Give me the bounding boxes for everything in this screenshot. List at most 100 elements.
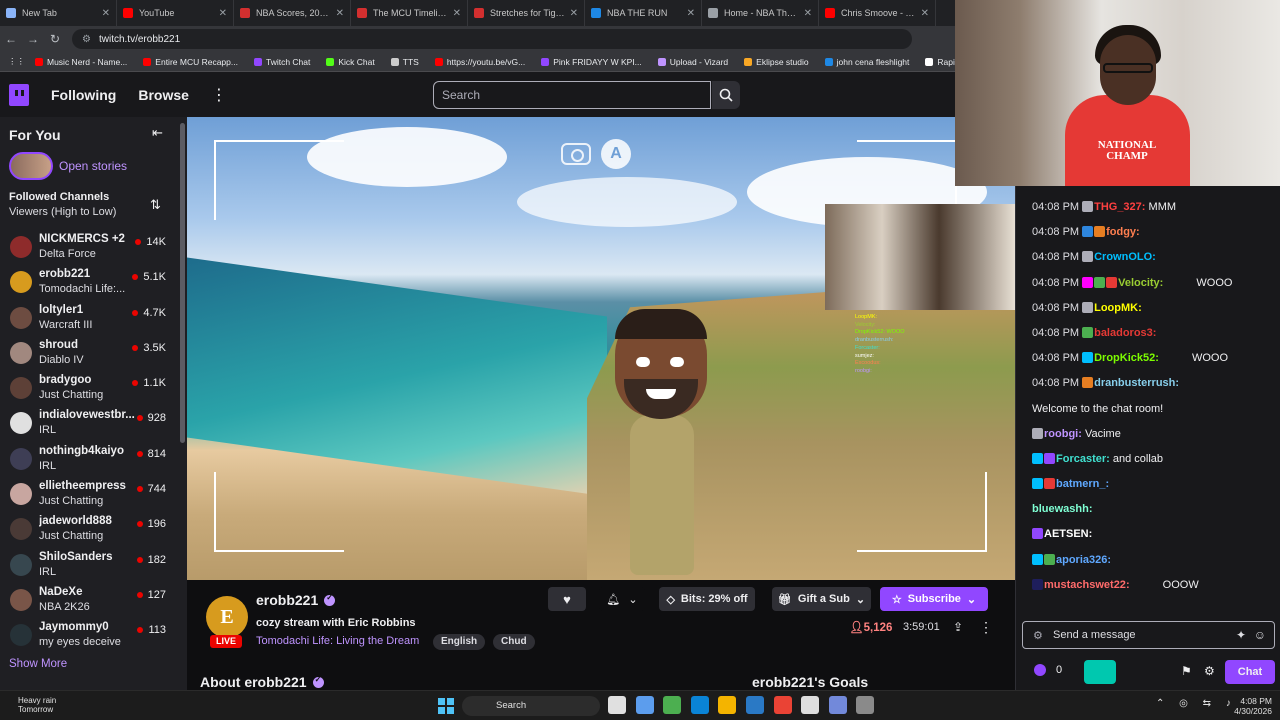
chat-username[interactable]: fodgy <box>1106 226 1136 238</box>
chat-username[interactable]: bluewashh <box>1032 503 1089 515</box>
taskbar-search[interactable]: Search <box>462 696 600 716</box>
chat-username[interactable]: aporia326 <box>1056 554 1107 566</box>
stream-category[interactable]: Tomodachi Life: Living the Dream <box>256 635 419 647</box>
bookmark-item[interactable]: john cena fleshlight <box>824 57 909 67</box>
taskbar-app-icon[interactable] <box>690 696 709 714</box>
show-more-link[interactable]: Show More <box>9 658 67 670</box>
taskbar-app-icon[interactable] <box>635 696 654 714</box>
video-player[interactable]: A LoopMK: Velocity: DropKick52: WOOO dranbu… <box>187 117 1015 580</box>
sparkle-icon[interactable]: ✦ <box>1236 628 1246 642</box>
taskbar-app-icon[interactable] <box>856 696 875 714</box>
forward-icon[interactable]: → <box>22 32 44 46</box>
clock[interactable]: 4:08 PM 4/30/2026 <box>1228 696 1272 716</box>
close-tab-icon[interactable]: ✕ <box>687 8 695 19</box>
browser-tab[interactable]: Stretches for Tight Hi ✕ <box>468 0 585 26</box>
taskbar-app-icon[interactable] <box>718 696 737 714</box>
browser-tab[interactable]: Home - NBA The Run ✕ <box>702 0 819 26</box>
chat-settings-gear-icon[interactable]: ⚙ <box>1204 664 1215 678</box>
browser-tab[interactable]: YouTube ✕ <box>117 0 234 26</box>
taskbar-app-icon[interactable] <box>608 696 626 714</box>
url-field[interactable]: ⚙ twitch.tv/erobb221 <box>72 29 912 49</box>
start-icon[interactable] <box>438 698 454 714</box>
apps-grid-icon[interactable]: ⋮⋮ <box>8 56 25 67</box>
sidebar-channel-item[interactable]: ShiloSanders IRL 182 <box>0 548 180 583</box>
tag-english[interactable]: English <box>433 634 486 650</box>
close-tab-icon[interactable]: ✕ <box>804 8 812 19</box>
channel-points[interactable]: 0 <box>1034 664 1062 676</box>
system-tray[interactable]: ⌃ ◎ ⇆ ♪ <box>1156 698 1237 709</box>
close-tab-icon[interactable]: ✕ <box>102 8 110 19</box>
emote-icon[interactable]: ☺ <box>1254 628 1266 642</box>
back-icon[interactable]: ← <box>0 32 22 46</box>
sidebar-channel-item[interactable]: nothingb4kaiyo IRL 814 <box>0 442 180 477</box>
sidebar-channel-item[interactable]: loltyler1 Warcraft III 4.7K <box>0 301 180 336</box>
browser-tab[interactable]: NBA THE RUN ✕ <box>585 0 702 26</box>
open-stories[interactable]: Open stories <box>9 152 127 180</box>
bookmark-item[interactable]: Upload - Vizard <box>657 57 728 67</box>
search-button[interactable] <box>712 81 740 109</box>
taskbar-app-icon[interactable] <box>663 696 682 714</box>
chat-username[interactable]: THG_327 <box>1094 201 1142 213</box>
taskbar-app-icon[interactable] <box>773 696 792 714</box>
chat-username[interactable]: LoopMK <box>1094 302 1138 314</box>
chat-username[interactable]: Forcaster <box>1056 453 1106 465</box>
sidebar-channel-item[interactable]: NICKMERCS +2 Delta Force 14K <box>0 230 180 265</box>
browser-tab[interactable]: The MCU Timeline Fu ✕ <box>351 0 468 26</box>
bookmark-item[interactable]: Eklipse studio <box>744 57 809 67</box>
sidebar-channel-item[interactable]: indialovewestbr... IRL 928 <box>0 406 180 441</box>
sidebar-channel-item[interactable]: jadeworld888 Just Chatting 196 <box>0 512 180 547</box>
sidebar-channel-item[interactable]: shroud Diablo IV 3.5K <box>0 336 180 371</box>
more-options-icon[interactable]: ⋮ <box>979 619 993 636</box>
tag-chud[interactable]: Chud <box>493 634 535 650</box>
bookmark-item[interactable]: Pink FRIDAYY W KPI... <box>541 57 642 67</box>
nav-browse[interactable]: Browse <box>138 87 189 103</box>
collapse-sidebar-icon[interactable]: ⇤ <box>152 125 163 141</box>
site-info-icon[interactable]: ⚙ <box>82 34 91 45</box>
chat-username[interactable]: roobgi <box>1044 428 1078 440</box>
taskbar-app-icon[interactable] <box>745 696 764 714</box>
bits-button[interactable]: ◇ Bits: 29% off <box>659 587 755 611</box>
sidebar-channel-item[interactable]: NaDeXe NBA 2K26 127 <box>0 583 180 618</box>
nav-following[interactable]: Following <box>51 87 116 103</box>
channel-name[interactable]: erobb221 <box>256 592 318 608</box>
sort-icon[interactable]: ⇅ <box>150 197 161 213</box>
chat-username[interactable]: batmern_ <box>1056 478 1106 490</box>
chat-username[interactable]: AETSEN <box>1044 528 1089 540</box>
close-tab-icon[interactable]: ✕ <box>921 8 929 19</box>
chat-username[interactable]: dranbusterrush <box>1094 377 1175 389</box>
sidebar-channel-item[interactable]: Jaymommy0 my eyes deceive 113 <box>0 618 180 653</box>
sidebar-scrollbar[interactable] <box>180 123 185 443</box>
sidebar-channel-item[interactable]: ellietheempress Just Chatting 744 <box>0 477 180 512</box>
bookmark-item[interactable]: https://youtu.be/vG... <box>434 57 525 67</box>
gift-chat-button[interactable] <box>1084 660 1116 684</box>
twitch-logo-icon[interactable] <box>9 83 29 106</box>
reload-icon[interactable]: ↻ <box>44 32 66 46</box>
channel-avatar[interactable]: E <box>206 596 248 638</box>
chat-username[interactable]: Velocity <box>1118 277 1160 289</box>
bookmark-item[interactable]: Music Nerd - Name... <box>35 57 127 67</box>
taskbar-app-icon[interactable] <box>828 696 847 714</box>
close-tab-icon[interactable]: ✕ <box>453 8 461 19</box>
bookmark-item[interactable]: Kick Chat <box>326 57 375 67</box>
close-tab-icon[interactable]: ✕ <box>336 8 344 19</box>
bookmark-item[interactable]: TTS <box>390 57 419 67</box>
search-input[interactable]: Search <box>433 81 711 109</box>
close-tab-icon[interactable]: ✕ <box>570 8 578 19</box>
browser-tab[interactable]: Chris Smoove - YouTu ✕ <box>819 0 936 26</box>
chat-input[interactable]: ⚙ Send a message ✦ ☺ <box>1022 621 1275 649</box>
chat-send-button[interactable]: Chat <box>1225 660 1275 684</box>
subscribe-button[interactable]: ☆ Subscribe ⌄ <box>880 587 988 611</box>
browser-tab[interactable]: NBA Scores, 2025-26 ✕ <box>234 0 351 26</box>
weather-widget[interactable]: Heavy rain Tomorrow <box>18 696 56 714</box>
bookmark-item[interactable]: Entire MCU Recapp... <box>143 57 238 67</box>
chat-username[interactable]: baladoros3 <box>1094 327 1153 339</box>
share-icon[interactable]: ⇪ <box>953 620 963 634</box>
notifications-button[interactable]: 🔔︎ ⌄ <box>599 587 645 611</box>
close-tab-icon[interactable]: ✕ <box>219 8 227 19</box>
sidebar-channel-item[interactable]: erobb221 Tomodachi Life:... 5.1K <box>0 265 180 300</box>
chat-username[interactable]: DropKick52 <box>1094 352 1155 364</box>
chat-settings-icon[interactable]: ⚙ <box>1033 629 1043 642</box>
chat-username[interactable]: CrownOLO <box>1094 251 1152 263</box>
chat-username[interactable]: mustachswet22 <box>1044 579 1126 591</box>
bookmark-item[interactable]: Twitch Chat <box>253 57 310 67</box>
